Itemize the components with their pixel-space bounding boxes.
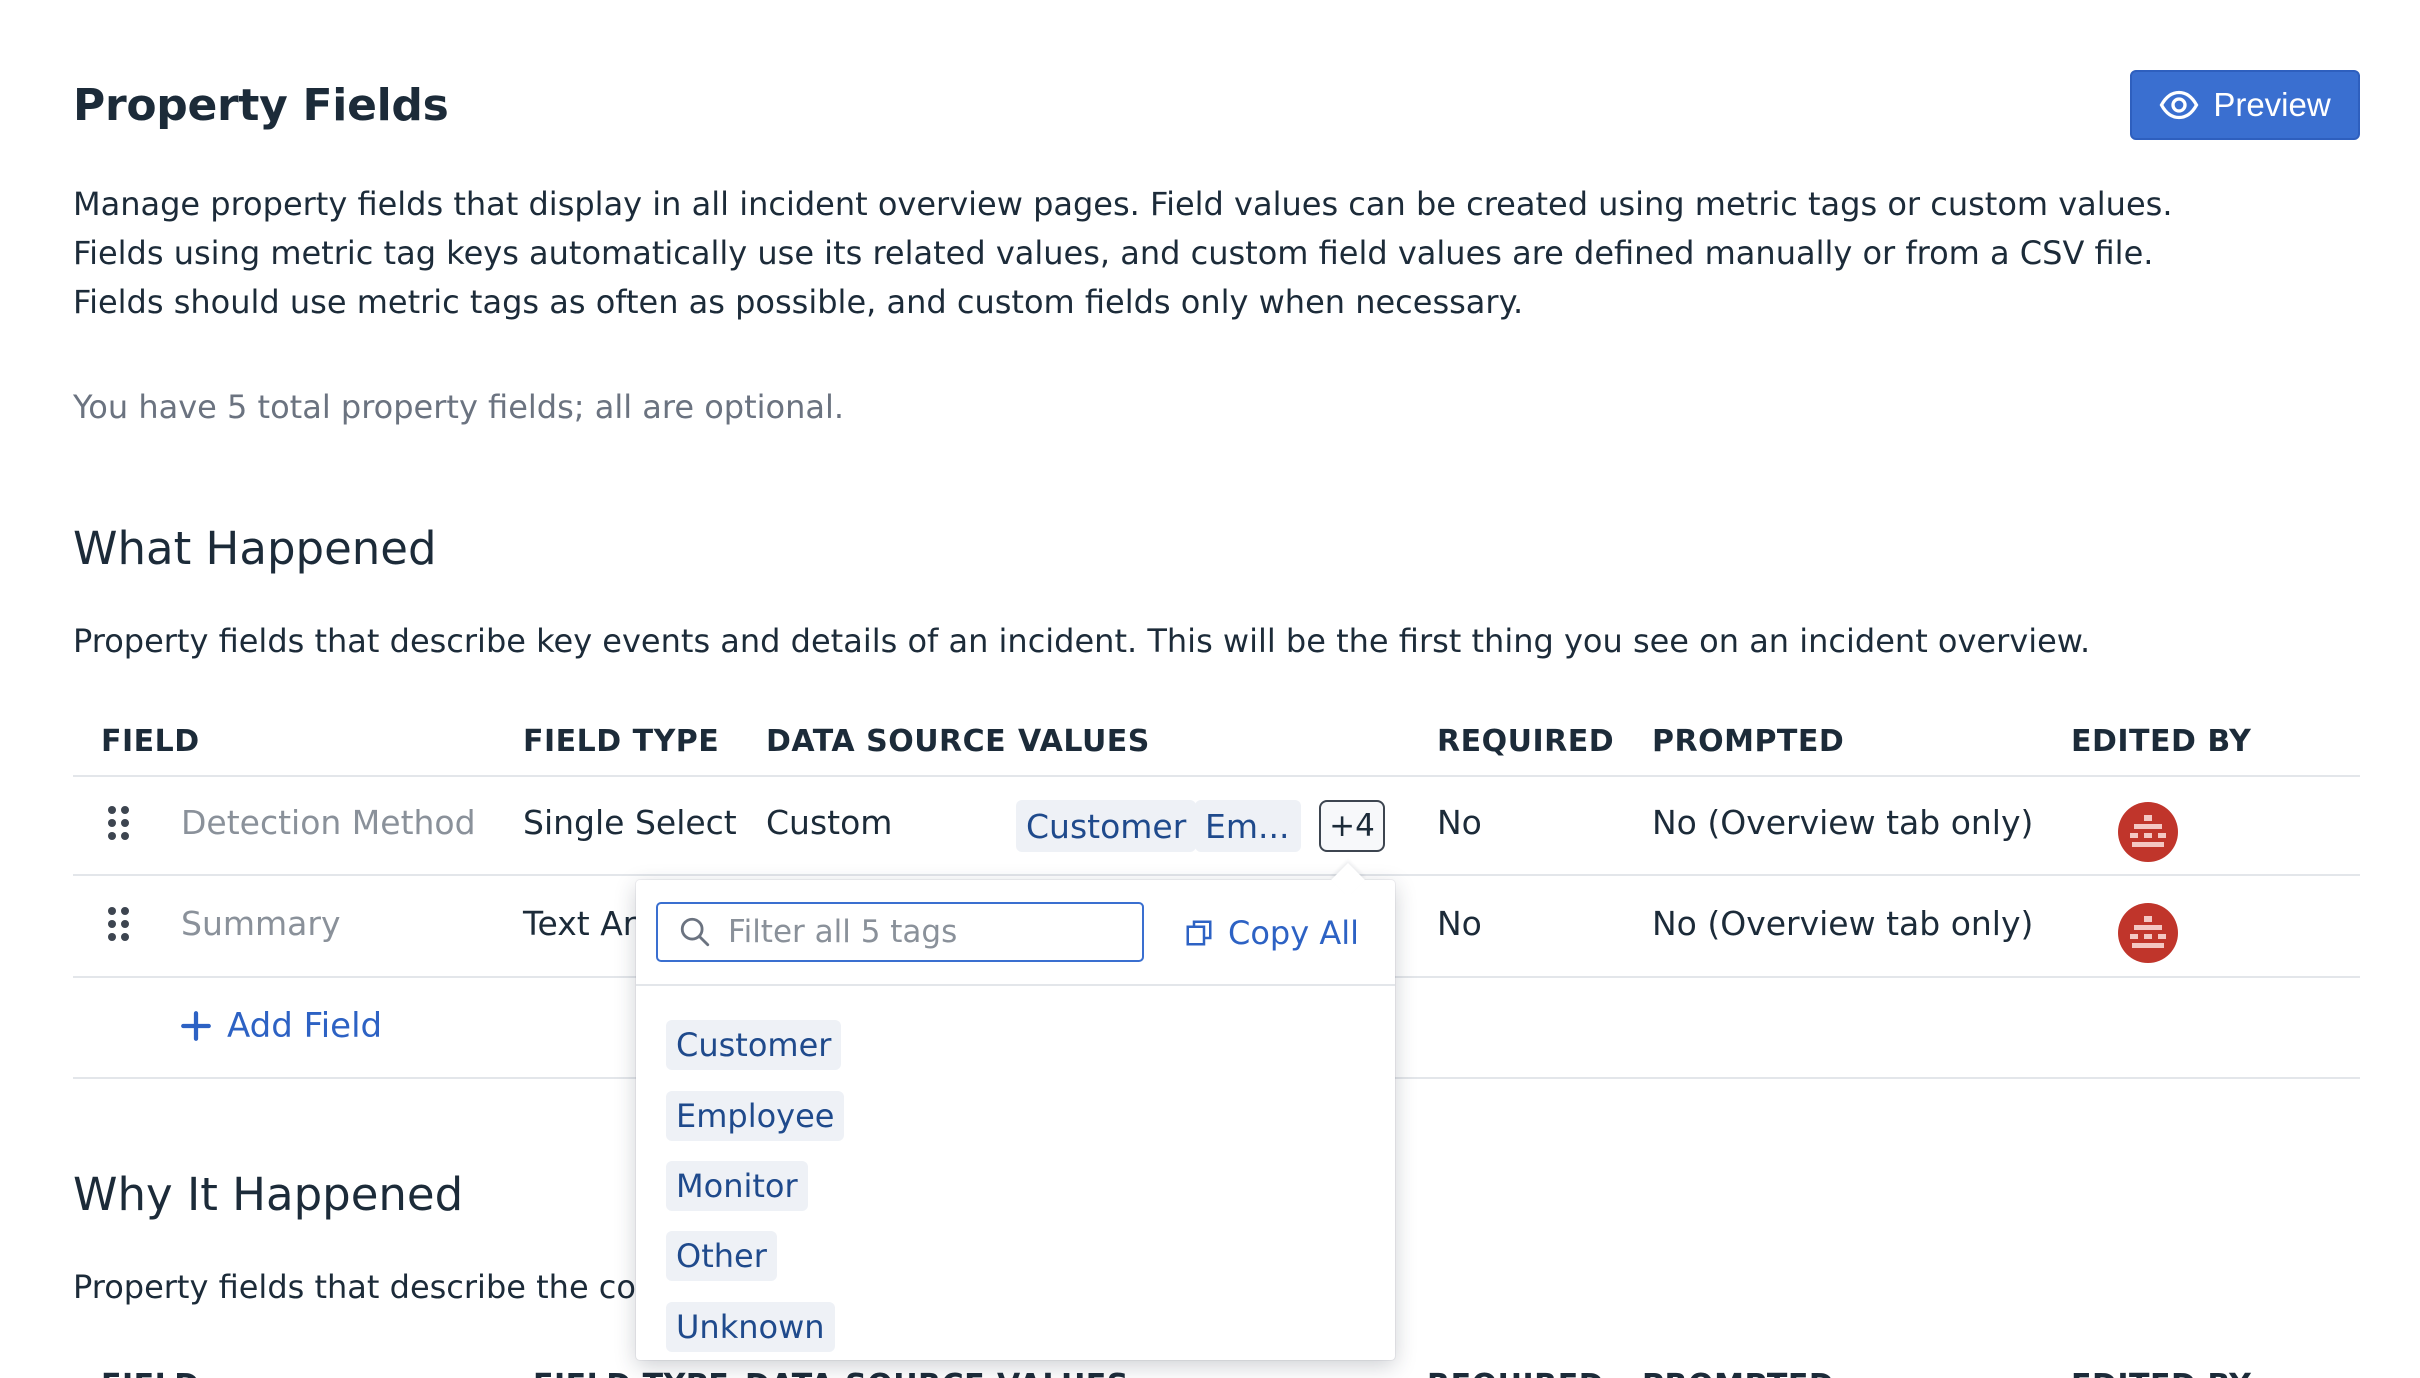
- field-type: Single Select: [523, 803, 737, 842]
- avatar-icon: [2130, 815, 2166, 847]
- divider: [73, 874, 2360, 876]
- field-name[interactable]: Summary: [181, 904, 340, 943]
- tags-popover: Copy All Customer Employee Monitor Other…: [636, 863, 1395, 1360]
- divider: [636, 984, 1395, 986]
- column-header-edited-by: EDITED BY: [2071, 724, 2252, 759]
- column-header-required: REQUIRED: [1427, 1368, 1604, 1378]
- filter-tags-field[interactable]: [656, 902, 1144, 962]
- column-header-values: VALUES: [997, 1368, 1129, 1378]
- column-header-field: FIELD: [101, 724, 200, 759]
- divider: [73, 775, 2360, 777]
- prompted-value: No (Overview tab only): [1652, 904, 2034, 943]
- tag-item[interactable]: Unknown: [666, 1302, 835, 1352]
- tag-item[interactable]: Customer: [666, 1020, 842, 1070]
- copy-all-button[interactable]: Copy All: [1184, 914, 1359, 952]
- prompted-value: No (Overview tab only): [1652, 803, 2034, 842]
- copy-all-label: Copy All: [1228, 914, 1360, 952]
- page-description: Manage property fields that display in a…: [73, 180, 2173, 327]
- description-line: Manage property fields that display in a…: [73, 185, 2173, 223]
- add-field-label: Add Field: [227, 1006, 383, 1046]
- column-header-edited-by: EDITED BY: [2071, 1368, 2251, 1378]
- required-value: No: [1437, 904, 1482, 943]
- column-header-prompted: PROMPTED: [1652, 724, 1845, 759]
- add-field-button[interactable]: Add Field: [179, 1006, 382, 1046]
- search-icon: [680, 917, 710, 947]
- column-header-field: FIELD: [101, 1368, 200, 1378]
- avatar: [2118, 903, 2178, 963]
- plus-icon: [181, 1011, 211, 1041]
- avatar: [2118, 802, 2178, 862]
- filter-tags-input[interactable]: [728, 914, 1128, 950]
- preview-button[interactable]: Preview: [2130, 70, 2360, 140]
- section-description: Property fields that describe key events…: [73, 622, 2091, 660]
- tag-item[interactable]: Monitor: [666, 1161, 808, 1211]
- data-source: Custom: [766, 803, 893, 842]
- field-count-summary: You have 5 total property fields; all ar…: [73, 388, 845, 426]
- drag-handle-icon[interactable]: [108, 806, 130, 842]
- column-header-field-type: FIELD TYPE: [533, 1368, 729, 1378]
- preview-label: Preview: [2213, 86, 2331, 123]
- section-description: Property fields that describe the core: [73, 1268, 669, 1306]
- page-title: Property Fields: [73, 80, 449, 131]
- more-values-button[interactable]: +4: [1319, 800, 1385, 852]
- field-name[interactable]: Detection Method: [181, 803, 476, 842]
- column-header-values: VALUES: [1018, 724, 1150, 759]
- section-title-what-happened: What Happened: [73, 522, 437, 575]
- value-tag: Customer: [1016, 800, 1197, 852]
- tag-item[interactable]: Other: [666, 1231, 777, 1281]
- description-line: Fields using metric tag keys automatical…: [73, 234, 2154, 272]
- why-it-happened-table: FIELD FIELD TYPE DATA SOURCE VALUES REQU…: [73, 1364, 2360, 1378]
- required-value: No: [1437, 803, 1482, 842]
- column-header-data-source: DATA SOURCE: [766, 724, 1007, 759]
- drag-handle-icon[interactable]: [108, 907, 130, 943]
- column-header-prompted: PROMPTED: [1642, 1368, 1834, 1378]
- copy-icon: [1186, 920, 1212, 946]
- eye-icon: [2159, 90, 2199, 120]
- section-title-why-it-happened: Why It Happened: [73, 1168, 464, 1221]
- column-header-field-type: FIELD TYPE: [523, 724, 720, 759]
- avatar-icon: [2130, 916, 2166, 948]
- column-header-required: REQUIRED: [1437, 724, 1615, 759]
- column-header-data-source: DATA SOURCE: [745, 1368, 985, 1378]
- value-tag: Em...: [1195, 800, 1301, 852]
- tag-item[interactable]: Employee: [666, 1091, 845, 1141]
- description-line: Fields should use metric tags as often a…: [73, 283, 1524, 321]
